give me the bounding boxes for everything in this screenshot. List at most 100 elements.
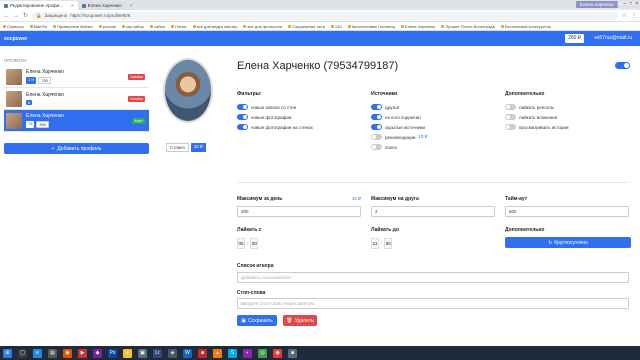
add-profile-button[interactable]: + Добавить профиль xyxy=(4,143,149,154)
like-to-hours[interactable]: 21 xyxy=(371,238,379,249)
toggle-switch[interactable] xyxy=(371,144,382,150)
forward-icon[interactable]: → xyxy=(13,13,19,19)
close-icon[interactable]: × xyxy=(71,3,74,8)
rate-value: 10 ₽ xyxy=(190,143,206,152)
taskbar-app-icon[interactable]: Ps xyxy=(108,348,117,358)
close-icon[interactable]: × xyxy=(130,3,133,8)
taskbar-app-icon[interactable]: W xyxy=(183,348,192,358)
date: 06.10.2018 xyxy=(615,7,636,12)
section-divider xyxy=(237,182,629,183)
profile-photo xyxy=(163,58,213,123)
browser-tab-2[interactable]: Елена Харченко × xyxy=(78,1,137,10)
status-badge: Ошибка xyxy=(127,96,145,102)
bookmark-item[interactable]: Автопоставки Гостиниц xyxy=(347,24,395,29)
clock[interactable]: 11:30 xyxy=(626,1,636,6)
menu-icon[interactable]: ⋮ xyxy=(631,12,637,19)
bookmark-label: Социальные сети xyxy=(292,23,325,29)
bookmark-item[interactable]: 133 xyxy=(330,24,342,29)
like-to-minutes[interactable]: 00 xyxy=(384,238,393,249)
bookmark-item[interactable]: сайты xyxy=(150,24,165,29)
bookmark-icon xyxy=(150,24,154,28)
taskbar-app-icon[interactable]: Lr xyxy=(153,348,162,358)
taskbar-app-icon[interactable]: e xyxy=(33,348,42,358)
taskbar-app-icon[interactable]: ◯ xyxy=(18,348,27,358)
rate-stats: Ставка 10 ₽ xyxy=(166,143,206,152)
profile-card[interactable]: Елена Харченко 6 Ошибка xyxy=(4,88,149,110)
toggle-switch[interactable] xyxy=(237,104,248,110)
browser-tab-1[interactable]: Редактирование профи... × xyxy=(0,1,78,10)
bookmark-item[interactable]: Примерные бизнес xyxy=(53,24,93,29)
taskbar-app-icon[interactable]: ◐ xyxy=(243,348,252,358)
max-friend-input[interactable]: 2 xyxy=(371,206,495,217)
toggle-switch[interactable] xyxy=(505,124,516,130)
save-button[interactable]: ▣ Сохранить xyxy=(237,315,277,326)
filters-heading: Фильтры: xyxy=(237,91,262,97)
max-day-input[interactable]: 400 xyxy=(237,206,361,217)
toggle-switch[interactable] xyxy=(237,114,248,120)
ignore-list-input[interactable]: Добавить пользователя xyxy=(237,272,629,283)
toggle-switch[interactable] xyxy=(371,134,382,140)
bookmark-icon xyxy=(98,24,102,28)
bookmark-item[interactable]: как сайты xyxy=(122,24,144,29)
bookmark-item[interactable]: Сервисы xyxy=(3,24,24,29)
profile-card[interactable]: Елена Харченко 76 590 Ждёт xyxy=(4,110,149,132)
bookmark-item[interactable]: Лучшие Почты Волгограда xyxy=(441,24,495,29)
taskbar-app-icon[interactable]: ◈ xyxy=(168,348,177,358)
brand-logo[interactable]: socpower xyxy=(4,36,27,42)
toggle-switch[interactable] xyxy=(371,114,382,120)
taskbar-app-icon[interactable]: ◎ xyxy=(258,348,267,358)
option-row: новые фотографии на стенах xyxy=(237,122,313,132)
bookmark-item[interactable]: роснае xyxy=(98,24,116,29)
toggle-switch[interactable] xyxy=(371,104,382,110)
bookmark-icon xyxy=(500,24,504,28)
bookmark-item[interactable]: Бесплатный конструктор xyxy=(500,24,551,29)
taskbar-app-icon[interactable]: ◉ xyxy=(63,348,72,358)
taskbar-app-icon[interactable]: ▲ xyxy=(213,348,222,358)
toggle-switch[interactable] xyxy=(505,114,516,120)
taskbar-app-icon[interactable]: ● xyxy=(123,348,132,358)
taskbar-app-icon[interactable]: ⊞ xyxy=(3,348,12,358)
browser-user-chip[interactable]: Елена Харченко xyxy=(575,1,618,8)
taskbar-app-icon[interactable]: S xyxy=(228,348,237,358)
option-label: скрытые источники xyxy=(385,124,426,130)
taskbar-app-icon[interactable]: ▣ xyxy=(138,348,147,358)
bookmark-star-icon[interactable]: ☆ xyxy=(622,12,627,19)
option-row: друзья xyxy=(371,102,427,112)
taskbar-app-icon[interactable]: ▤ xyxy=(48,348,57,358)
bookmark-item[interactable]: Mail.Ru xyxy=(29,24,47,29)
bookmark-item[interactable]: Попит xyxy=(171,24,187,29)
timeout-input[interactable]: 600 xyxy=(505,206,629,217)
bookmark-icon xyxy=(288,24,292,28)
extra-label: Дополнительно xyxy=(505,227,545,233)
bookmark-icon xyxy=(400,24,404,28)
toggle-switch[interactable] xyxy=(505,104,516,110)
bookmark-icon xyxy=(192,24,196,28)
balance-badge[interactable]: 260 ₽ xyxy=(565,34,584,43)
back-icon[interactable]: ← xyxy=(3,13,9,19)
bookmark-item[interactable]: все для видео мастер xyxy=(192,24,237,29)
profile-active-toggle[interactable] xyxy=(615,62,630,69)
like-from-minutes[interactable]: 00 xyxy=(250,238,259,249)
toggle-switch[interactable] xyxy=(371,124,382,130)
toggle-switch[interactable] xyxy=(615,62,630,69)
like-from-hours[interactable]: 08 xyxy=(237,238,245,249)
profile-card[interactable]: Елена Харченко 1 Н 750 Ошибка xyxy=(4,66,149,88)
taskbar-app-icon[interactable]: ◆ xyxy=(93,348,102,358)
avatar xyxy=(6,68,22,85)
bookmark-item[interactable]: все для фотошопа xyxy=(243,24,282,29)
bookmark-item[interactable]: Елена Харченко xyxy=(400,24,435,29)
language-indicator[interactable]: РУС xyxy=(617,1,625,6)
taskbar-app-icon[interactable]: ■ xyxy=(288,348,297,358)
reload-icon[interactable]: ↻ xyxy=(23,12,28,19)
taskbar-app-icon[interactable]: ▶ xyxy=(78,348,87,358)
stop-words-input[interactable]: Введите стоп-слово через запятую xyxy=(237,298,629,309)
add-profile-label: Добавить профиль xyxy=(57,145,102,152)
taskbar-app-icon[interactable]: ◉ xyxy=(273,348,282,358)
taskbar-app-icon[interactable]: ■ xyxy=(198,348,207,358)
toggle-switch[interactable] xyxy=(237,124,248,130)
bookmark-item[interactable]: Социальные сети xyxy=(288,24,325,29)
round-the-clock-button[interactable]: ↻ Круглосуточно xyxy=(505,237,631,248)
user-email-menu[interactable]: se57rus@mail.ru xyxy=(594,35,632,41)
delete-button[interactable]: 🗑 Удалить xyxy=(283,315,317,326)
url-field[interactable]: 🔒 Защищено https://socpower.ru/profile/8… xyxy=(32,11,618,20)
